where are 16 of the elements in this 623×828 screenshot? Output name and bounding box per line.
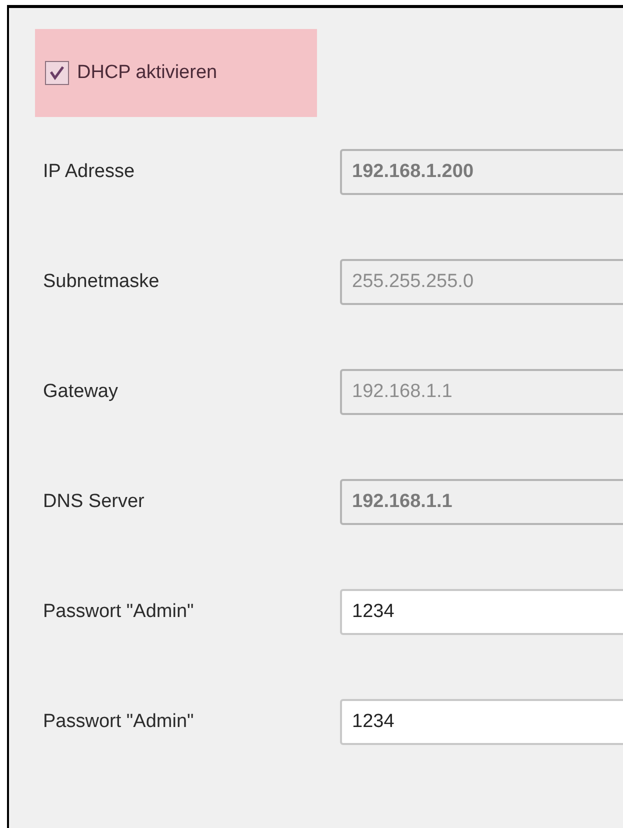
input-field[interactable]: 192.168.1.1 <box>340 479 623 525</box>
field-label: Passwort "Admin" <box>43 711 195 733</box>
dhcp-checkbox-row[interactable]: DHCP aktivieren <box>35 29 317 117</box>
input-field[interactable]: 255.255.255.0 <box>340 259 623 305</box>
checkbox[interactable] <box>45 61 69 85</box>
input-field[interactable]: 192.168.1.200 <box>340 149 623 195</box>
input-field[interactable]: 192.168.1.1 <box>340 369 623 415</box>
input-field[interactable]: 1234 <box>340 589 623 635</box>
input-field[interactable]: 1234 <box>340 699 623 745</box>
checkbox-label: DHCP aktivieren <box>77 62 218 84</box>
checkmark-icon <box>49 65 65 81</box>
field-label: IP Adresse <box>43 161 136 183</box>
field-label: Passwort "Admin" <box>43 601 195 623</box>
field-label: DNS Server <box>43 491 146 513</box>
field-label: Gateway <box>43 381 119 403</box>
field-label: Subnetmaske <box>43 271 160 293</box>
